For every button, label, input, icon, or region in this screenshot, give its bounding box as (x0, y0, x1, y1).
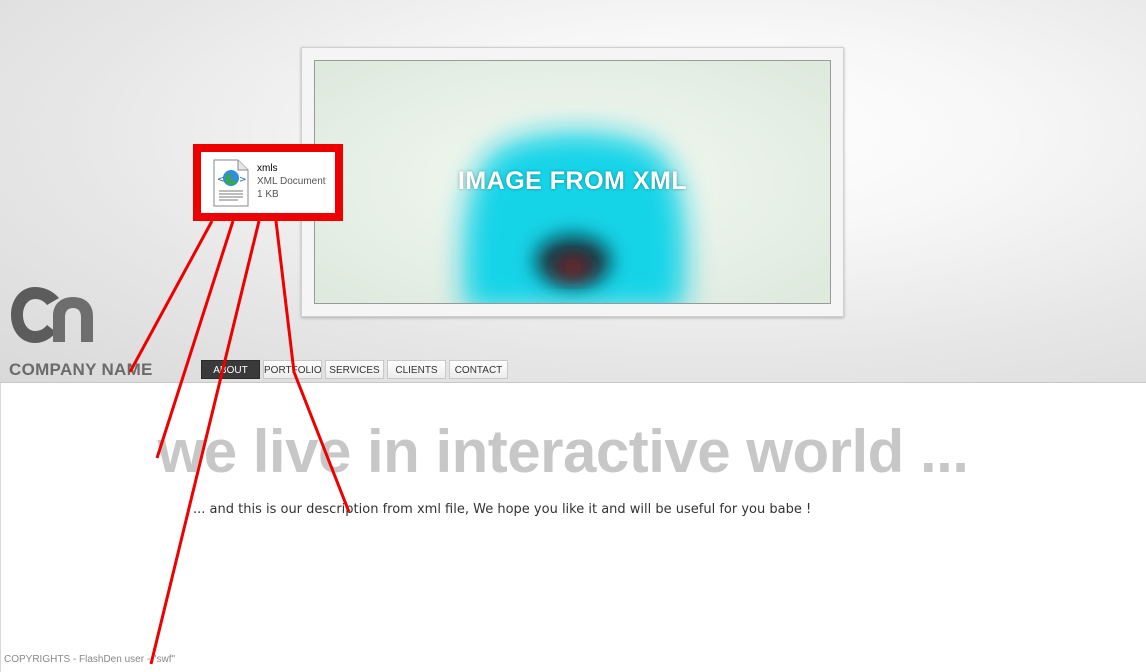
hero-image-frame: IMAGE FROM XML (301, 47, 844, 317)
page: IMAGE FROM XML COMPANY NAME ABOUT PORTFO… (0, 0, 1146, 672)
company-name: COMPANY NAME (9, 360, 153, 379)
svg-text:<: < (217, 175, 225, 185)
xml-file-callout: < > xmls XML Document 1 KB (193, 144, 343, 221)
file-name: xmls (257, 163, 278, 174)
xml-document-icon: < > (213, 159, 249, 207)
nav-about[interactable]: ABOUT (201, 360, 260, 379)
hero-image: IMAGE FROM XML (314, 60, 831, 304)
headline: we live in interactive world ... (157, 418, 969, 485)
svg-text:>: > (239, 175, 247, 185)
nav-clients[interactable]: CLIENTS (387, 360, 446, 379)
nav-services[interactable]: SERVICES (325, 360, 384, 379)
hero-image-caption: IMAGE FROM XML (457, 167, 688, 195)
copyright-text: COPYRIGHTS - FlashDen user - "swf" (4, 654, 176, 665)
file-type: XML Document (257, 176, 326, 187)
description-text: ... and this is our description from xml… (193, 502, 812, 517)
file-size: 1 KB (257, 189, 279, 200)
nav-portfolio[interactable]: PORTFOLIO (263, 360, 322, 379)
nav-contact[interactable]: CONTACT (449, 360, 508, 379)
cn-logo-icon (11, 287, 93, 343)
